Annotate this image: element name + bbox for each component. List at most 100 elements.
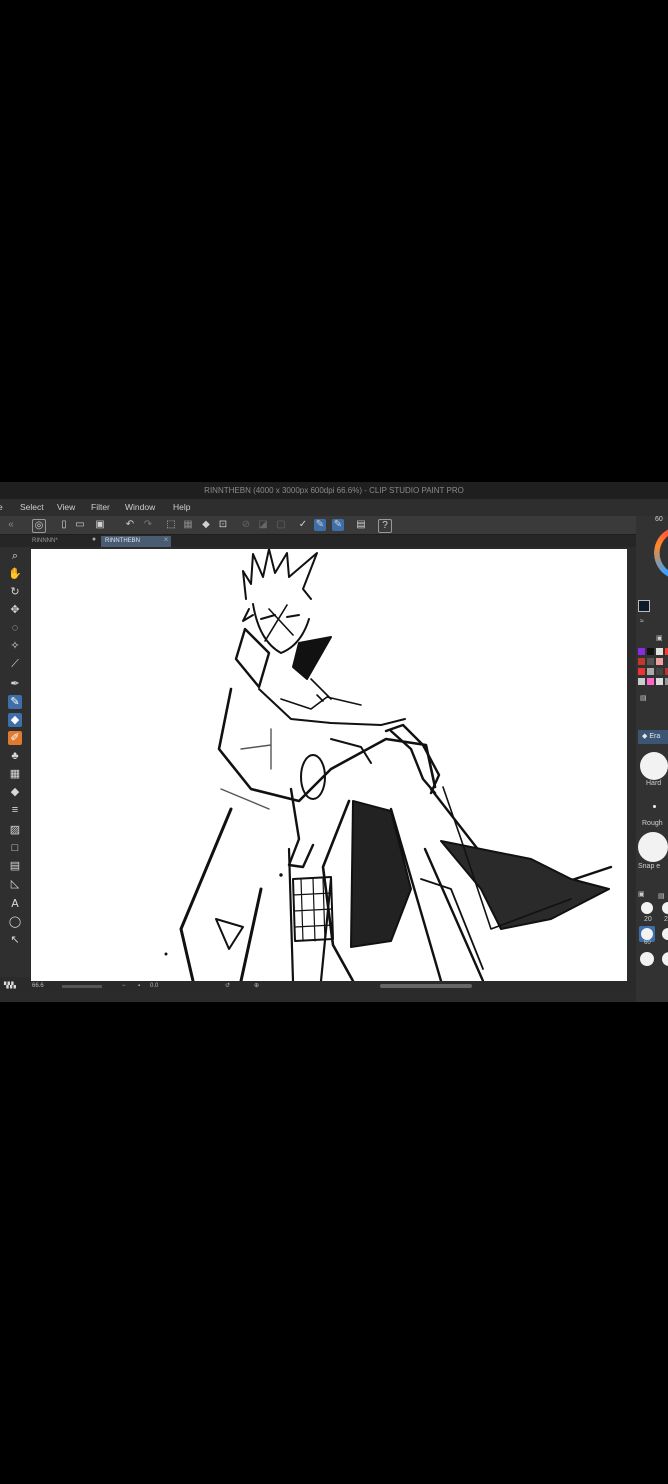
brush-icon[interactable]: ◆ xyxy=(8,713,22,727)
brush-preview-dot xyxy=(653,805,656,808)
panel-tab-number[interactable]: 60 xyxy=(655,516,663,523)
document-tabs: RINNNN* ● RINNTHEBN × xyxy=(0,535,636,547)
close-icon[interactable]: × xyxy=(160,534,172,546)
stamp-icon[interactable]: ♣ xyxy=(8,749,22,763)
swatch-bright-red[interactable] xyxy=(638,668,645,675)
frame-icon[interactable]: ▤ xyxy=(8,859,22,873)
size-panel-icon[interactable]: ▣ xyxy=(638,890,645,898)
eraser-subtool-tab[interactable]: ◆ Era xyxy=(638,730,668,744)
lasso-icon[interactable]: ◌ xyxy=(8,621,22,635)
brush-name-rough[interactable]: Rough xyxy=(642,820,663,827)
rotate-reset-icon[interactable]: ↺ xyxy=(225,981,230,991)
menu-item-window[interactable]: Window xyxy=(125,502,155,512)
clip-studio-icon[interactable]: ◎ xyxy=(32,519,46,533)
fill-selection-icon[interactable]: ◆ xyxy=(200,519,212,531)
menu-item-edit[interactable]: e xyxy=(0,502,3,512)
size-preview-20[interactable] xyxy=(641,902,653,914)
magnifier-icon[interactable]: ⌕ xyxy=(8,549,22,563)
pen-icon[interactable]: ✒ xyxy=(8,677,22,691)
swatch-silver[interactable] xyxy=(647,668,654,675)
size-label-20[interactable]: 20 xyxy=(644,916,652,923)
menu-item-filter[interactable]: Filter xyxy=(91,502,110,512)
zoom-slider[interactable] xyxy=(62,985,102,988)
square-icon[interactable]: □ xyxy=(8,841,22,855)
swatch-pale[interactable] xyxy=(656,678,663,685)
zoom-in-icon[interactable]: ▪ xyxy=(138,981,140,991)
swatch-slate[interactable] xyxy=(656,668,663,675)
swatch-purple[interactable] xyxy=(638,648,645,655)
size-preview-2[interactable] xyxy=(662,902,668,914)
open-folder-icon[interactable]: ▭ xyxy=(74,519,86,531)
eraser-icon[interactable]: ✐ xyxy=(8,731,22,745)
swatch-black[interactable] xyxy=(647,648,654,655)
size-preview-large[interactable] xyxy=(640,952,654,966)
swatch-dark-red[interactable] xyxy=(638,658,645,665)
size-label-60[interactable]: 60 xyxy=(644,940,651,946)
zoom-value[interactable]: 66.6 xyxy=(32,981,44,991)
menu-item-select[interactable]: Select xyxy=(20,502,44,512)
sub-tool-menu-icon[interactable]: ▤ xyxy=(640,694,647,702)
angle-value[interactable]: 0.0 xyxy=(150,981,158,991)
wave-icon: ≈ xyxy=(640,618,644,625)
swatch-pink[interactable] xyxy=(656,658,663,665)
zoom-out-icon[interactable]: − xyxy=(122,981,126,991)
tab-dot-icon[interactable]: ● xyxy=(88,534,100,546)
tab-rinnnn[interactable]: RINNNN* xyxy=(28,536,62,547)
brush-preview-hard[interactable] xyxy=(640,752,668,780)
swatch-magenta[interactable] xyxy=(647,678,654,685)
lines-icon[interactable]: ≡ xyxy=(8,803,22,817)
size-label-2[interactable]: 2 xyxy=(664,916,668,923)
new-file-icon[interactable]: ▯ xyxy=(58,519,70,531)
save-icon[interactable]: ▣ xyxy=(94,519,106,531)
help-icon[interactable]: ? xyxy=(378,519,392,533)
horizontal-scrollbar[interactable] xyxy=(380,984,472,988)
clear-selection-icon[interactable]: ⬚ xyxy=(165,519,177,531)
brush-name-hard[interactable]: Hard xyxy=(646,780,661,787)
magic-wand-icon[interactable]: ✧ xyxy=(8,639,22,653)
swatch-light[interactable] xyxy=(638,678,645,685)
pen-pressure-icon[interactable]: ✎ xyxy=(314,519,326,531)
rotate-icon[interactable]: ↻ xyxy=(8,585,22,599)
checker-icon: ▚▚▚ xyxy=(4,983,16,989)
transform-icon[interactable]: ⊡ xyxy=(217,519,229,531)
brush-preview-rough[interactable] xyxy=(638,832,668,862)
title-bar: RINNTHEBN (4000 x 3000px 600dpi 66.6%) -… xyxy=(0,482,668,499)
snap-ruler-icon[interactable]: ⊘ xyxy=(240,519,252,531)
redo-icon[interactable]: ↷ xyxy=(142,519,154,531)
bucket-icon[interactable]: ◆ xyxy=(8,785,22,799)
color-wheel[interactable] xyxy=(654,526,668,580)
size-preview-60[interactable] xyxy=(641,928,653,940)
layer-property-icon[interactable]: ▤ xyxy=(355,519,367,531)
arrow-select-icon[interactable]: ↖ xyxy=(8,933,22,947)
size-menu-icon[interactable]: ▤ xyxy=(658,892,665,900)
menu-item-view[interactable]: View xyxy=(57,502,75,512)
airbrush-icon[interactable]: ▦ xyxy=(8,767,22,781)
menu-item-help[interactable]: Help xyxy=(173,502,190,512)
snap-special-icon[interactable]: ▢ xyxy=(275,519,287,531)
brush-name-snap[interactable]: Snap e xyxy=(638,863,660,870)
snap-grid-icon[interactable]: ◪ xyxy=(257,519,269,531)
pencil-icon[interactable]: ✎ xyxy=(8,695,22,709)
eyedropper-icon[interactable]: ⟋ xyxy=(8,657,22,671)
diamond-icon: ◆ xyxy=(642,733,648,740)
flip-icon[interactable]: ⊕ xyxy=(254,981,259,991)
swatch-white[interactable] xyxy=(656,648,663,655)
balloon-icon[interactable]: ◯ xyxy=(8,915,22,929)
crop-icon[interactable]: ▦ xyxy=(182,519,194,531)
menu-arrow-icon[interactable]: « xyxy=(5,519,17,531)
swatch-gray[interactable] xyxy=(647,658,654,665)
stabilizer-icon[interactable]: ✓ xyxy=(297,519,309,531)
size-preview-larger[interactable] xyxy=(662,952,668,966)
text-icon[interactable]: A xyxy=(8,897,22,911)
panel-menu-icon[interactable]: ▣ xyxy=(656,634,663,642)
size-preview-next[interactable] xyxy=(662,928,668,940)
undo-icon[interactable]: ↶ xyxy=(124,519,136,531)
pen-tilt-icon[interactable]: ✎ xyxy=(332,519,344,531)
hand-icon[interactable]: ✋ xyxy=(8,567,22,581)
drawing-canvas[interactable] xyxy=(31,549,627,981)
move-arrows-icon[interactable]: ✥ xyxy=(8,603,22,617)
gradient-icon[interactable]: ▨ xyxy=(8,823,22,837)
current-color-swatch[interactable] xyxy=(638,600,650,612)
status-bar: ▚▚▚ 66.6 − ▪ 0.0 ↺ ⊕ xyxy=(0,981,636,991)
ruler-icon[interactable]: ◺ xyxy=(8,877,22,891)
